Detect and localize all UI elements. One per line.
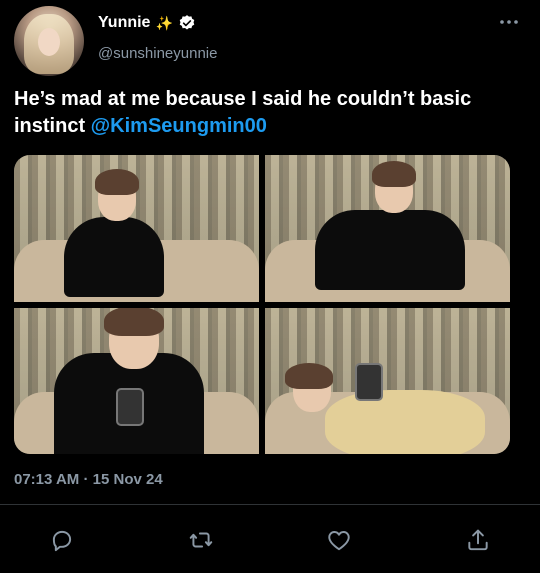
avatar[interactable] xyxy=(14,6,84,76)
divider xyxy=(0,504,540,505)
photo-3[interactable] xyxy=(14,307,259,454)
share-icon xyxy=(468,529,488,551)
author-handle[interactable]: @sunshineyunnie xyxy=(98,45,217,62)
photo-4[interactable] xyxy=(265,307,510,454)
reply-button[interactable] xyxy=(45,523,79,557)
tweet-text: He’s mad at me because I said he couldn’… xyxy=(14,86,534,140)
display-name[interactable]: Yunnie xyxy=(98,14,150,32)
share-button[interactable] xyxy=(461,523,495,557)
tweet-timestamp[interactable]: 07:13 AM · 15 Nov 24 xyxy=(14,471,163,488)
retweet-icon xyxy=(189,532,213,548)
action-bar xyxy=(0,523,540,557)
mention-link[interactable]: @KimSeungmin00 xyxy=(91,115,267,137)
like-button[interactable] xyxy=(322,523,356,557)
heart-icon xyxy=(328,531,350,551)
photo-2[interactable] xyxy=(265,155,510,302)
verified-badge-icon xyxy=(179,15,195,30)
retweet-button[interactable] xyxy=(184,523,218,557)
photo-1[interactable] xyxy=(14,155,259,302)
author-name-row[interactable]: Yunnie ✨ xyxy=(98,14,196,32)
more-icon[interactable] xyxy=(498,14,520,30)
media-grid[interactable] xyxy=(14,155,510,454)
sparkle-emoji: ✨ xyxy=(155,14,173,31)
reply-icon xyxy=(52,530,72,552)
